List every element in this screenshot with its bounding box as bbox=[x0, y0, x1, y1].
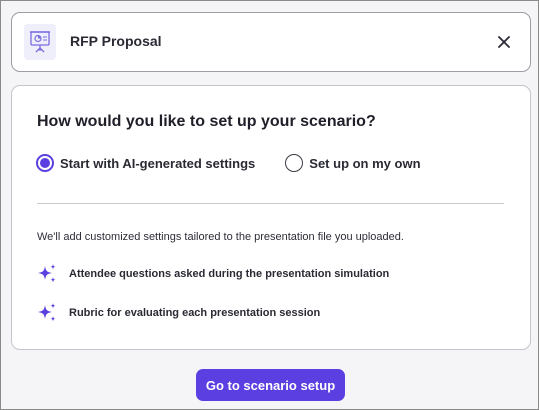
radio-button-unchecked[interactable] bbox=[285, 154, 304, 172]
feature-label: Rubric for evaluating each presentation … bbox=[69, 307, 321, 319]
divider bbox=[37, 203, 504, 204]
setup-description: We'll add customized settings tailored t… bbox=[37, 231, 404, 243]
feature-item: Attendee questions asked during the pres… bbox=[36, 263, 389, 285]
setup-question: How would you like to set up your scenar… bbox=[37, 113, 376, 130]
radio-button-checked[interactable] bbox=[36, 154, 54, 172]
radio-label: Start with AI-generated settings bbox=[60, 155, 256, 171]
feature-label: Attendee questions asked during the pres… bbox=[69, 268, 390, 280]
feature-item: Rubric for evaluating each presentation … bbox=[36, 302, 320, 324]
presentation-icon bbox=[24, 24, 56, 60]
go-to-scenario-setup-button[interactable]: Go to scenario setup bbox=[196, 369, 345, 401]
scenario-title: RFP Proposal bbox=[70, 33, 162, 49]
setup-mode-radio-group: Start with AI-generated settings Set up … bbox=[36, 154, 421, 172]
close-icon[interactable] bbox=[496, 34, 512, 50]
setup-card: How would you like to set up your scenar… bbox=[11, 85, 531, 350]
sparkle-icon bbox=[38, 264, 56, 283]
radio-ai-generated[interactable]: Start with AI-generated settings bbox=[36, 154, 255, 172]
radio-manual[interactable]: Set up on my own bbox=[285, 154, 421, 172]
sparkle-icon bbox=[38, 303, 56, 322]
radio-label: Set up on my own bbox=[309, 155, 421, 171]
header-card: RFP Proposal bbox=[11, 12, 531, 72]
